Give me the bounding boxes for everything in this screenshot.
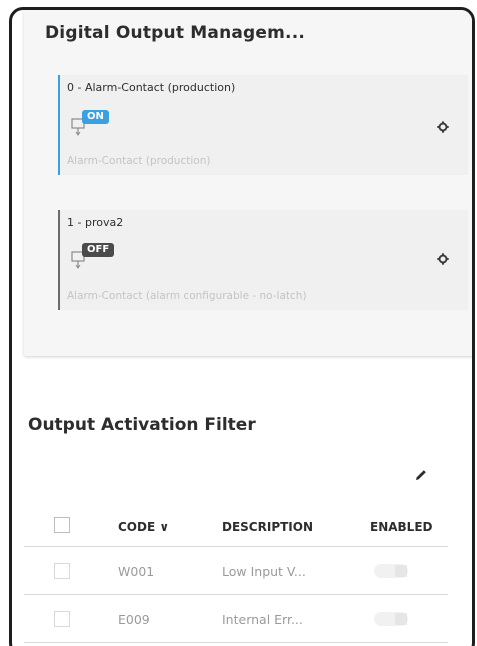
output-item-1[interactable]: 1 - prova2 OFF Alarm-Contact (alarm conf… bbox=[58, 210, 468, 310]
row-checkbox[interactable] bbox=[54, 611, 70, 627]
status-badge-off: OFF bbox=[82, 243, 115, 257]
output-title: 0 - Alarm-Contact (production) bbox=[67, 81, 236, 94]
output-title: 1 - prova2 bbox=[67, 216, 124, 229]
digital-output-panel: Digital Output Managem... 0 - Alarm-Cont… bbox=[24, 10, 472, 356]
row-code: W001 bbox=[118, 564, 155, 579]
row-description: Internal Err... bbox=[222, 612, 303, 627]
select-all-checkbox[interactable] bbox=[54, 517, 70, 533]
enabled-toggle[interactable] bbox=[374, 564, 408, 578]
column-header-enabled[interactable]: ENABLED bbox=[370, 520, 432, 534]
gear-icon[interactable] bbox=[436, 252, 450, 266]
enabled-toggle[interactable] bbox=[374, 612, 408, 626]
column-header-description[interactable]: DESCRIPTION bbox=[222, 520, 313, 534]
device-frame: Digital Output Managem... 0 - Alarm-Cont… bbox=[9, 7, 475, 646]
table-row[interactable]: W001 Low Input V... bbox=[24, 547, 448, 595]
panel-title: Digital Output Managem... bbox=[45, 23, 306, 43]
filter-section-title: Output Activation Filter bbox=[28, 415, 256, 435]
output-item-0[interactable]: 0 - Alarm-Contact (production) ON Alarm-… bbox=[58, 75, 468, 175]
row-code: E009 bbox=[118, 612, 150, 627]
gear-icon[interactable] bbox=[436, 120, 450, 134]
row-checkbox[interactable] bbox=[54, 563, 70, 579]
output-subtitle: Alarm-Contact (alarm configurable - no-l… bbox=[67, 290, 307, 302]
toggle-knob bbox=[395, 613, 407, 625]
filter-table: CODE ∨ DESCRIPTION ENABLED W001 Low Inpu… bbox=[24, 507, 448, 643]
table-row[interactable]: E009 Internal Err... bbox=[24, 595, 448, 643]
column-header-code[interactable]: CODE ∨ bbox=[118, 520, 169, 534]
output-subtitle: Alarm-Contact (production) bbox=[67, 155, 211, 167]
pencil-icon[interactable] bbox=[413, 467, 429, 483]
row-description: Low Input V... bbox=[222, 564, 306, 579]
table-header-row: CODE ∨ DESCRIPTION ENABLED bbox=[24, 507, 448, 547]
toggle-knob bbox=[395, 565, 407, 577]
status-badge-on: ON bbox=[82, 110, 109, 124]
